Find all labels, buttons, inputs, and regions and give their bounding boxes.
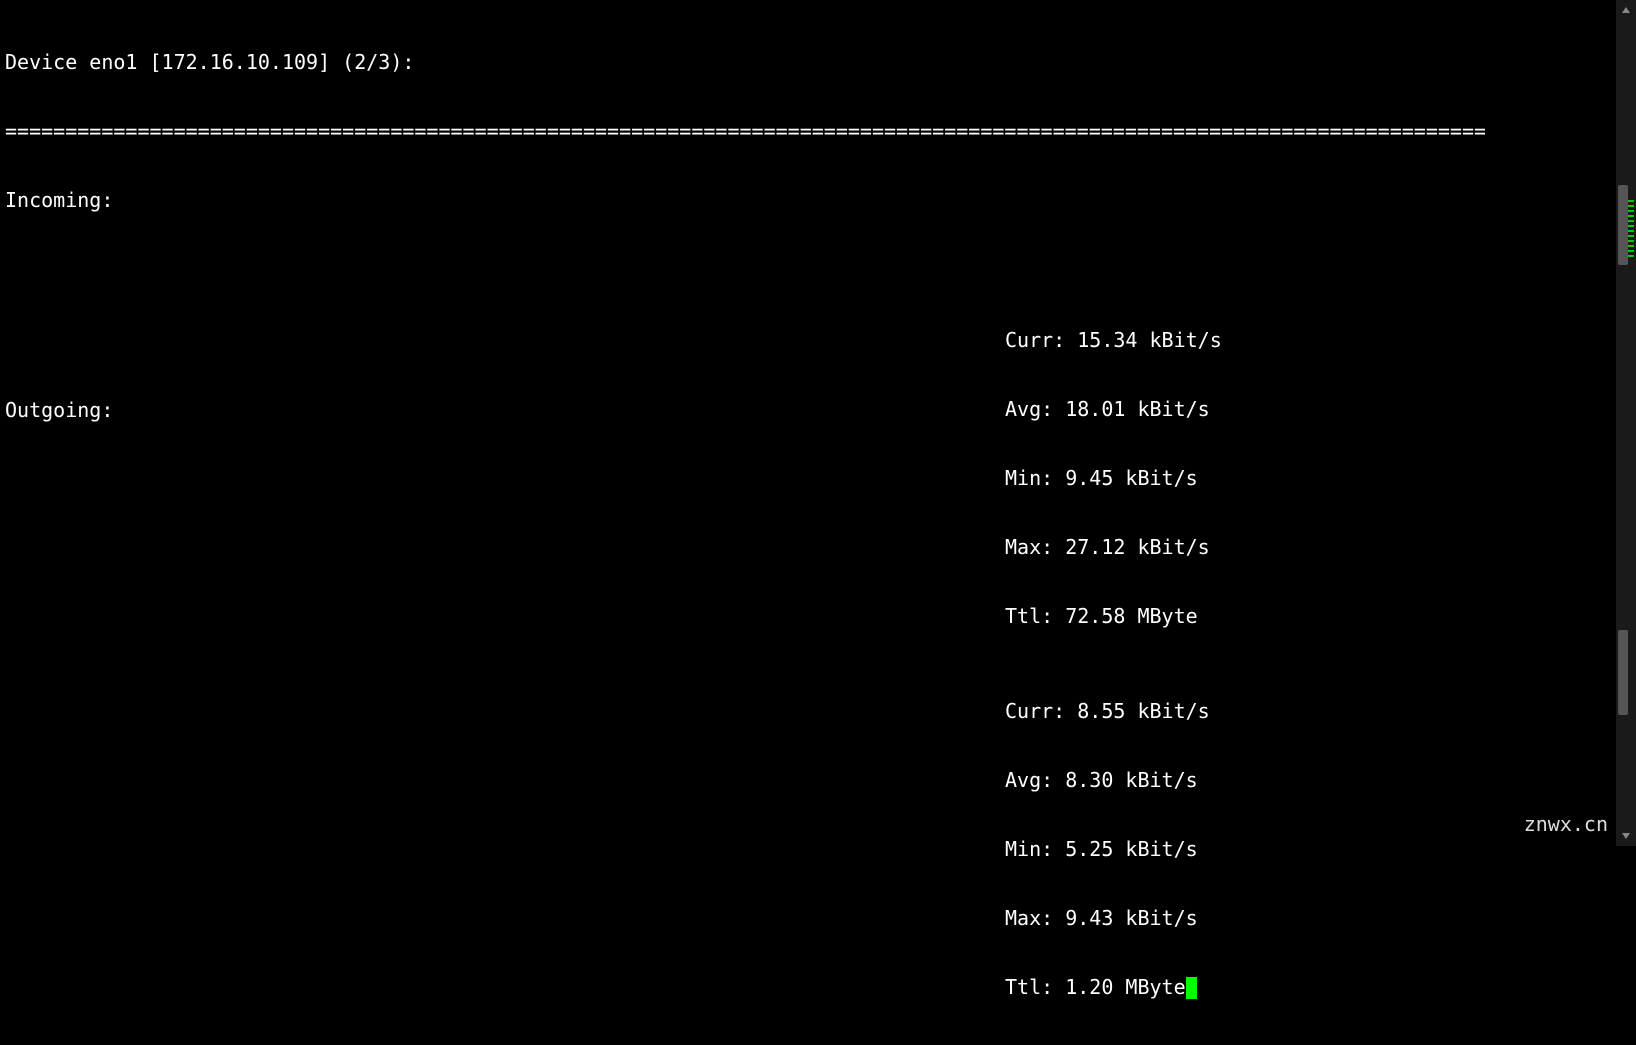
scroll-ticks-icon <box>1628 200 1634 260</box>
outgoing-label: Outgoing: <box>5 399 113 422</box>
divider-line: ========================================… <box>5 120 1485 143</box>
device-header: Device eno1 [172.16.10.109] (2/3): <box>5 51 1485 74</box>
incoming-ttl: Ttl: 72.58 MByte <box>1005 605 1222 628</box>
incoming-stats: Curr: 15.34 kBit/s Avg: 18.01 kBit/s Min… <box>1005 283 1222 674</box>
outgoing-avg: Avg: 8.30 kBit/s <box>1005 769 1210 792</box>
outgoing-stats: Curr: 8.55 kBit/s Avg: 8.30 kBit/s Min: … <box>1005 654 1210 1045</box>
scroll-thumb[interactable] <box>1618 185 1628 265</box>
incoming-avg: Avg: 18.01 kBit/s <box>1005 398 1222 421</box>
scroll-up-arrow-icon[interactable] <box>1616 0 1636 20</box>
incoming-label: Incoming: <box>5 189 1485 212</box>
incoming-max: Max: 27.12 kBit/s <box>1005 536 1222 559</box>
terminal-cursor <box>1186 977 1197 999</box>
scroll-thumb[interactable] <box>1618 630 1628 715</box>
incoming-min: Min: 9.45 kBit/s <box>1005 467 1222 490</box>
terminal-output[interactable]: Device eno1 [172.16.10.109] (2/3): =====… <box>0 0 1490 846</box>
outgoing-ttl-line: Ttl: 1.20 MByte <box>1005 976 1210 999</box>
watermark: znwx.cn <box>1524 813 1608 836</box>
vertical-scrollbar[interactable] <box>1616 0 1636 846</box>
scroll-track[interactable] <box>1616 20 1636 826</box>
outgoing-max: Max: 9.43 kBit/s <box>1005 907 1210 930</box>
incoming-curr: Curr: 15.34 kBit/s <box>1005 329 1222 352</box>
scroll-down-arrow-icon[interactable] <box>1616 826 1636 846</box>
outgoing-curr: Curr: 8.55 kBit/s <box>1005 700 1210 723</box>
outgoing-min: Min: 5.25 kBit/s <box>1005 838 1210 861</box>
outgoing-ttl: Ttl: 1.20 MByte <box>1005 975 1186 999</box>
